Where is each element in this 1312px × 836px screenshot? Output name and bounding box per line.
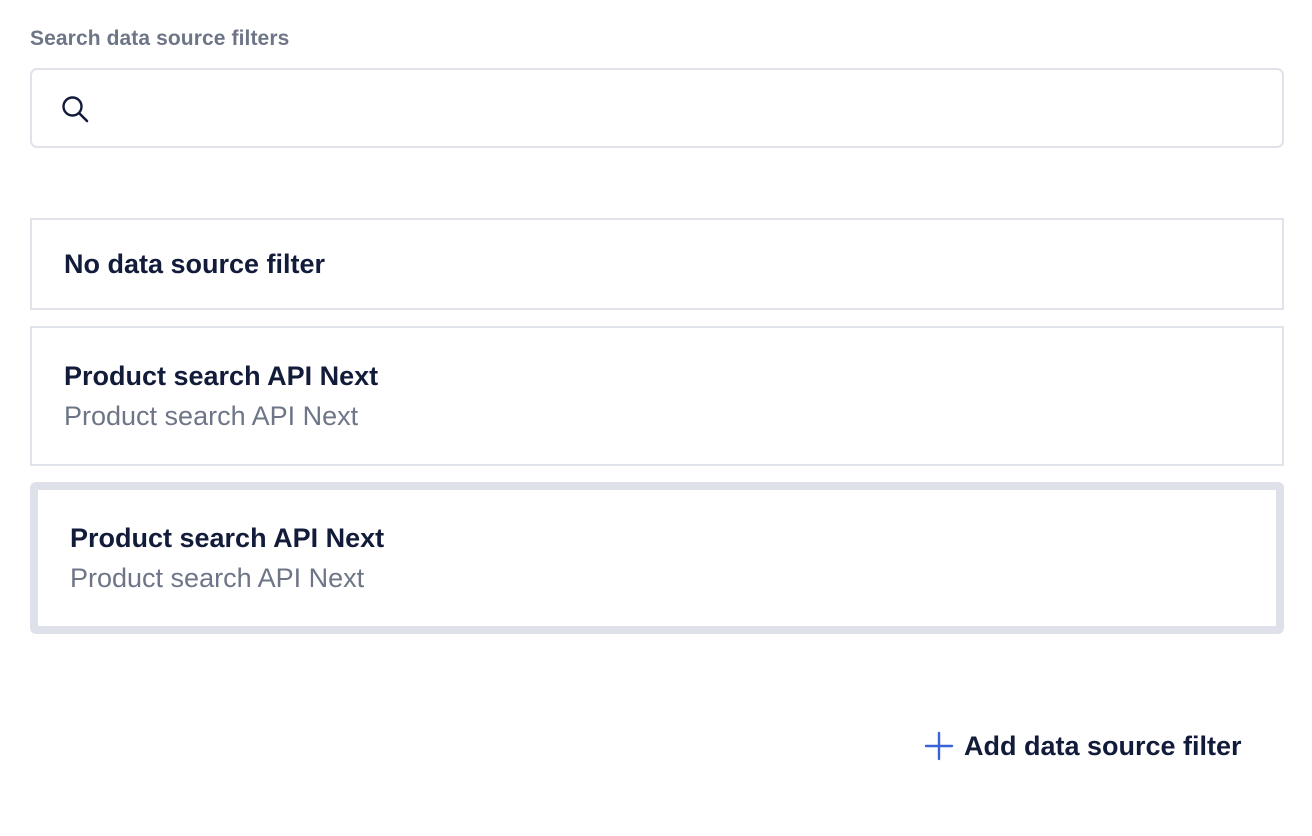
option-title: Product search API Next	[70, 523, 385, 553]
search-box[interactable]	[30, 68, 1284, 148]
option-title: No data source filter	[64, 249, 326, 279]
search-label: Search data source filters	[30, 27, 290, 50]
data-source-filter-panel: Search data source filters No data sourc…	[0, 0, 1312, 836]
search-input[interactable]	[112, 80, 1262, 136]
option-product-search-api-next-selected[interactable]: Product search API Next Product search A…	[30, 482, 1284, 634]
option-subtitle: Product search API Next	[70, 563, 365, 593]
add-button-label: Add data source filter	[964, 730, 1242, 761]
option-subtitle: Product search API Next	[64, 401, 359, 431]
search-icon	[62, 96, 89, 123]
plus-icon	[924, 731, 954, 761]
option-product-search-api-next[interactable]: Product search API Next Product search A…	[30, 326, 1284, 466]
option-no-filter[interactable]: No data source filter	[30, 218, 1284, 310]
add-data-source-filter-button[interactable]: Add data source filter	[924, 726, 1242, 766]
option-title: Product search API Next	[64, 361, 379, 391]
